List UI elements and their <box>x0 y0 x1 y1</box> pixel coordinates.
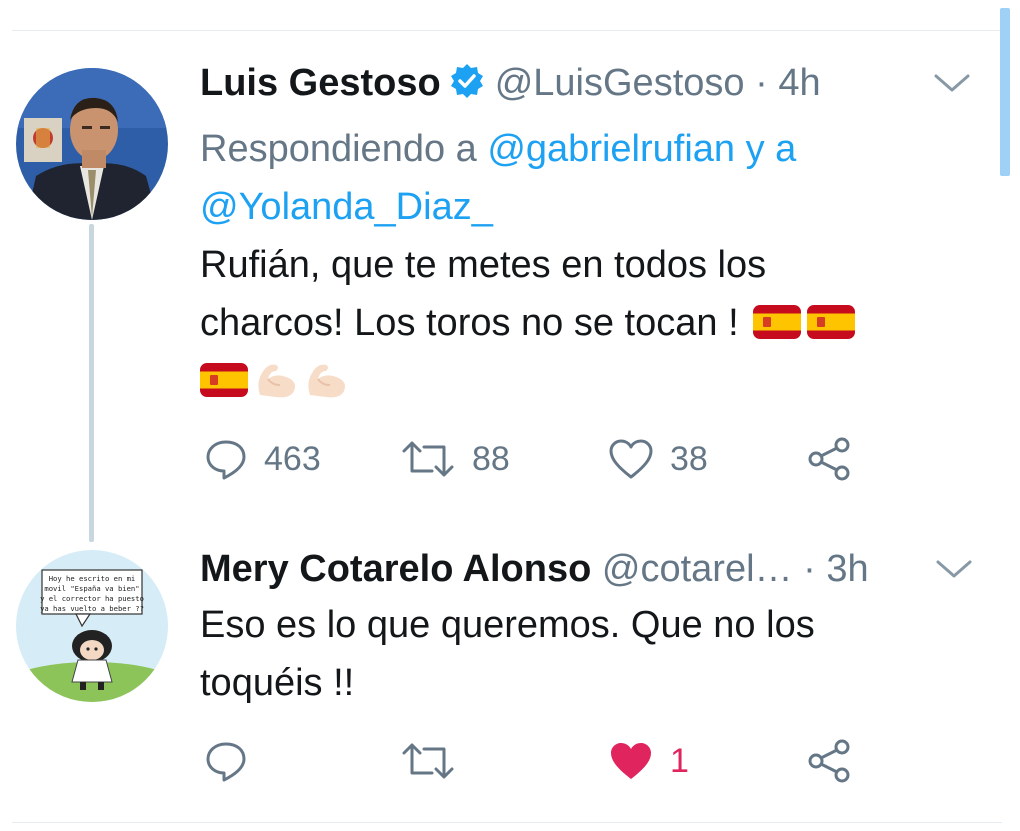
handle[interactable]: @cotarel… <box>602 548 793 590</box>
timestamp[interactable]: 4h <box>778 62 820 104</box>
avatar-luis-gestoso[interactable] <box>16 68 168 220</box>
spain-flag-emoji <box>806 305 855 339</box>
avatar-mery-cotarelo[interactable]: Hoy he escrito en mi movil "España va bi… <box>16 550 168 702</box>
spain-flag-emoji <box>752 305 801 339</box>
like-button[interactable]: 38 <box>608 434 708 484</box>
tweet-header: Mery Cotarelo Alonso @cotarel… · 3h <box>200 546 869 592</box>
reply-count: 463 <box>264 439 321 478</box>
reply-icon <box>204 437 248 481</box>
retweet-button[interactable]: 88 <box>400 434 510 484</box>
tweet-text-line2: charcos! Los toros no se tocan ! <box>200 294 855 352</box>
avatar-text-line: Hoy he escrito en mi <box>49 574 136 583</box>
spain-flag-emoji <box>200 363 248 397</box>
avatar-text-line: ya has vuelto a beber ?? <box>40 604 144 613</box>
share-icon <box>806 738 852 784</box>
tweet-text-line2: toquéis !! <box>200 662 355 704</box>
avatar-text-line: movil "España va bien" <box>44 584 139 593</box>
chevron-down-icon[interactable] <box>934 556 974 587</box>
tweet-text-line3 <box>200 352 350 410</box>
like-count: 1 <box>670 741 689 780</box>
top-divider <box>12 30 1002 31</box>
tweet-actions: 463 88 38 <box>200 434 860 484</box>
share-button[interactable] <box>806 736 852 786</box>
replying-joiner: y a <box>745 128 797 170</box>
reply-icon <box>204 739 248 783</box>
tweet-header: Luis Gestoso @LuisGestoso · 4h <box>200 60 821 110</box>
reply-button[interactable] <box>204 736 264 786</box>
like-button[interactable]: 1 <box>608 736 689 786</box>
tweet-actions: 1 <box>200 736 860 786</box>
separator: · <box>803 548 816 590</box>
retweet-icon <box>400 437 456 481</box>
display-name[interactable]: Luis Gestoso <box>200 62 441 104</box>
like-count: 38 <box>670 439 708 478</box>
chevron-down-icon[interactable] <box>932 70 972 101</box>
display-name[interactable]: Mery Cotarelo Alonso <box>200 548 591 590</box>
mention-yolanda-diaz[interactable]: @Yolanda_Diaz_ <box>200 186 493 228</box>
reply-button[interactable]: 463 <box>204 434 321 484</box>
replying-prefix: Respondiendo a <box>200 128 477 170</box>
retweet-count: 88 <box>472 439 510 478</box>
avatar-speech-text: Hoy he escrito en mi movil "España va bi… <box>40 574 144 613</box>
retweet-button[interactable] <box>400 736 472 786</box>
tweet-text-line2-text: charcos! Los toros no se tocan ! <box>200 302 739 344</box>
scrollbar[interactable] <box>1000 8 1010 176</box>
separator: · <box>755 62 768 104</box>
tweet-text-line1: Eso es lo que queremos. Que no los <box>200 604 815 646</box>
retweet-icon <box>400 739 456 783</box>
share-button[interactable] <box>806 434 852 484</box>
like-icon-filled <box>608 739 654 783</box>
verified-badge-icon <box>449 63 485 110</box>
timestamp[interactable]: 3h <box>826 548 868 590</box>
share-icon <box>806 436 852 482</box>
replying-to: Respondiendo a @gabrielrufian y a @Yolan… <box>200 120 920 236</box>
flexed-biceps-emoji <box>254 358 300 398</box>
thread-connector <box>89 224 94 542</box>
handle[interactable]: @LuisGestoso <box>495 62 745 104</box>
flexed-biceps-emoji <box>304 358 350 398</box>
like-icon <box>608 437 654 481</box>
tweet-text-line1: Rufián, que te metes en todos los <box>200 244 767 286</box>
bottom-divider <box>12 822 1002 823</box>
mention-gabrielrufian[interactable]: @gabrielrufian <box>487 128 735 170</box>
avatar-text-line: y el corrector ha puesto <box>40 594 144 603</box>
